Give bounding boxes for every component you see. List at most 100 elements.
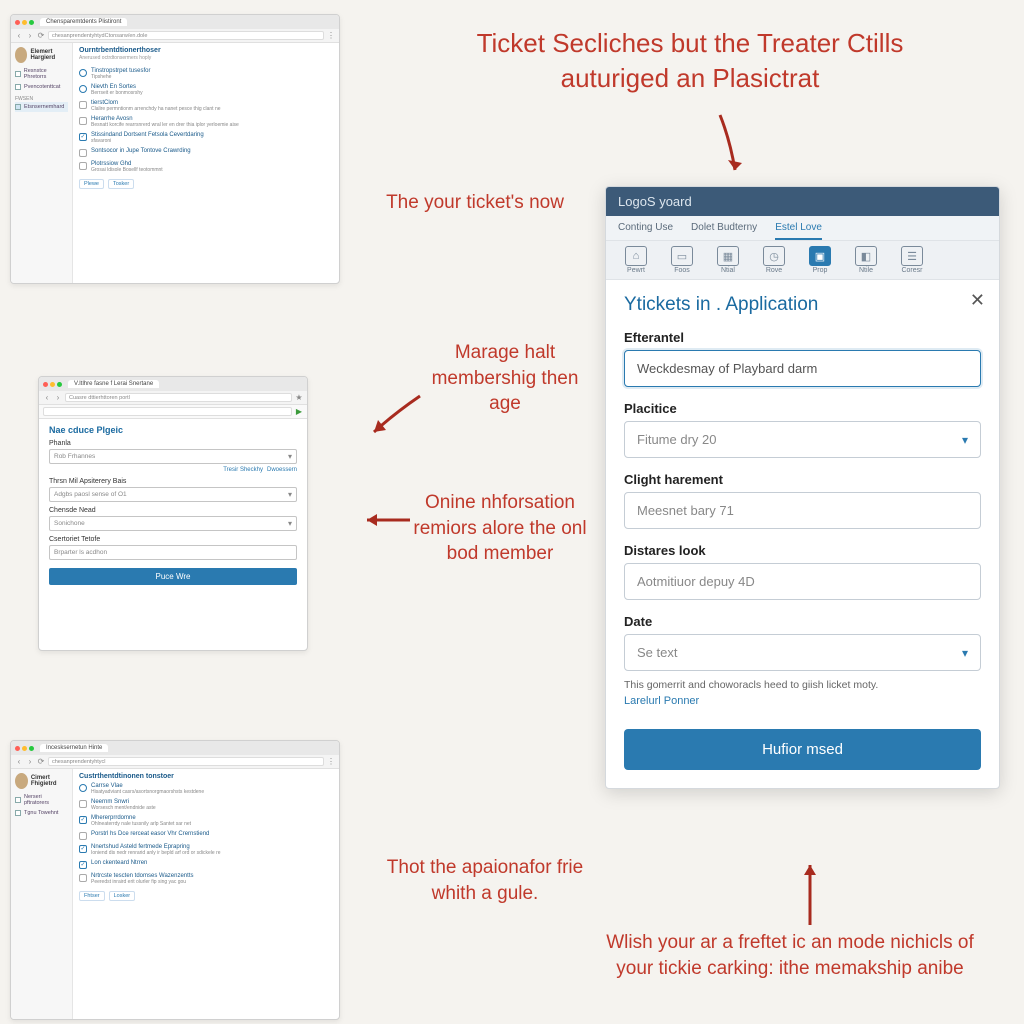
sidebar-item[interactable]: Pvencotenttcat <box>15 82 68 92</box>
item-subtitle: Ioniend dis nedr renrarid anly ir bepld … <box>91 850 221 856</box>
checkbox-icon[interactable] <box>79 800 87 808</box>
url-field[interactable]: Cuasre dttierhttoren portl <box>65 393 292 402</box>
list-item[interactable]: Sontsocor in Jupe Tontove Crawrding <box>79 146 333 159</box>
forward-icon[interactable]: › <box>54 394 62 402</box>
footer-button[interactable]: Losker <box>109 891 136 901</box>
browser-tab[interactable]: Incesksernetun Hinte <box>40 744 108 752</box>
submit-button[interactable]: Hufior msed <box>624 729 981 770</box>
text-input[interactable]: Aotmitiuor depuy 4D <box>624 563 981 600</box>
forward-icon[interactable]: › <box>26 32 34 40</box>
toolbar-label: Ntial <box>708 267 748 274</box>
url-field[interactable]: chesanprendentyhtydCtonsarw/en.dole <box>48 31 324 40</box>
checkbox-icon[interactable] <box>79 149 87 157</box>
checkbox-icon[interactable] <box>79 874 87 882</box>
bookmark-icon[interactable]: ★ <box>295 394 303 402</box>
list-item[interactable]: Herarrhe AvosnBesnatt korcife rearrsnrer… <box>79 114 333 130</box>
sidebar-item[interactable]: Resnstce Phretorrs <box>15 66 68 82</box>
sidebar-item[interactable]: Tgnu Towehnt <box>15 808 68 818</box>
go-icon[interactable]: ▶ <box>295 408 303 416</box>
list-item[interactable]: Lon ckenteard Ntrren <box>79 858 333 871</box>
sidebar-item[interactable]: Etsnsernemhard <box>15 102 68 112</box>
list-item[interactable]: Stissindand Dortsent Fetsola Cevertdarin… <box>79 130 333 146</box>
checkbox-icon[interactable] <box>79 816 87 824</box>
radio-icon[interactable] <box>79 69 87 77</box>
panel-title: Custrthentdtinonen tonstoer <box>79 773 333 780</box>
browser-urlbar: ‹ › Cuasre dttierhttoren portl ★ <box>39 391 307 405</box>
browser-tab[interactable]: Chensparemtdents Plistiront <box>40 18 127 26</box>
footer-button[interactable]: Tosker <box>108 179 134 189</box>
radio-icon[interactable] <box>79 85 87 93</box>
list-item[interactable]: Nievth En SortesBerrseit er bonmosrshy <box>79 82 333 98</box>
sidebar-name: Cimert Fhigietrd <box>31 775 68 787</box>
list-item[interactable]: Porstrl hs Dce rerceat easor Vhr Crernst… <box>79 829 333 842</box>
back-icon[interactable]: ‹ <box>15 758 23 766</box>
footer-actions: Plewe Tosker <box>79 179 333 189</box>
browser-tabbar: Incesksernetun Hinte <box>11 741 339 755</box>
list-item[interactable]: Nrtrcste tescten tdomses WazenzenttsPeer… <box>79 871 333 887</box>
back-icon[interactable]: ‹ <box>43 394 51 402</box>
toolbar-glyph-icon: ◷ <box>763 246 785 266</box>
select-field[interactable]: Brparter ls acdhon <box>49 545 297 560</box>
forward-icon[interactable]: › <box>26 758 34 766</box>
toolbar-icon[interactable]: ▣Prop <box>800 246 840 274</box>
link[interactable]: Tresir Sheckhy <box>223 467 263 473</box>
select-field[interactable]: Adgbs paosl sense of O1 <box>49 487 297 502</box>
select-field[interactable]: Se text▾ <box>624 634 981 671</box>
sidebar: Elemert Hargierd Resnstce Phretorrs Pven… <box>11 43 73 283</box>
avatar <box>15 47 27 63</box>
list-item[interactable]: Plotrssiow GhdGrosai ldisole Bosellf teo… <box>79 159 333 175</box>
reload-icon[interactable]: ⟳ <box>37 32 45 40</box>
select-field[interactable]: Sonichone <box>49 516 297 531</box>
checkbox-icon[interactable] <box>79 117 87 125</box>
list-item[interactable]: Carrse VlaeHisatyadviant casrs/asortsnor… <box>79 781 333 797</box>
nav-tab[interactable]: Conting Use <box>618 222 673 240</box>
back-icon[interactable]: ‹ <box>15 32 23 40</box>
field-label: Phanla <box>49 440 297 447</box>
list-item[interactable]: tierstClomClalire permntionm arrenchdy h… <box>79 98 333 114</box>
annotation-2: Marage halt membershig then age <box>420 340 590 417</box>
list-item[interactable]: MhererprrdomneOhlneaterrdy nale tussnily… <box>79 813 333 829</box>
chevron-down-icon <box>288 519 292 528</box>
item-subtitle: Ohlneaterrdy nale tussnily arlp Santet s… <box>91 821 191 827</box>
text-input[interactable]: Meesnet bary 71 <box>624 492 981 529</box>
close-icon[interactable]: ✕ <box>970 290 985 311</box>
reload-icon[interactable]: ⟳ <box>37 758 45 766</box>
nav-tab[interactable]: Dolet Budterny <box>691 222 757 240</box>
sidebar-item[interactable]: Nerseri pftratorers <box>15 792 68 808</box>
toolbar-icon[interactable]: ▦Ntial <box>708 246 748 274</box>
checkbox-icon[interactable] <box>79 162 87 170</box>
radio-icon[interactable] <box>79 784 87 792</box>
thumbnail-3: Incesksernetun Hinte ‹ › ⟳ chesanprenden… <box>10 740 340 1020</box>
checkbox-icon[interactable] <box>79 832 87 840</box>
list-item[interactable]: Tinstropstrpet tusesforTipshehe <box>79 66 333 82</box>
submit-button[interactable]: Puce Wre <box>49 568 297 585</box>
select-field[interactable]: Rob Frhannes <box>49 449 297 464</box>
checkbox-icon[interactable] <box>79 133 87 141</box>
toolbar-icon[interactable]: ◷Rove <box>754 246 794 274</box>
thumbnail-2: V.Itlhre fasne f Lerai Snertane ‹ › Cuas… <box>38 376 308 651</box>
search-field[interactable] <box>43 407 292 416</box>
url-field[interactable]: chesanprendentyhtycl <box>48 757 324 766</box>
browser-tab[interactable]: V.Itlhre fasne f Lerai Snertane <box>68 380 159 388</box>
footer-button[interactable]: Plewe <box>79 179 104 189</box>
menu-icon[interactable]: ⋮ <box>327 32 335 40</box>
link[interactable]: Dwoessern <box>267 467 297 473</box>
list-item[interactable]: Nnertshud Asteld fertmede EprapringIonie… <box>79 842 333 858</box>
menu-icon[interactable]: ⋮ <box>327 758 335 766</box>
select-field[interactable]: Fitume dry 20▾ <box>624 421 981 458</box>
help-text: This gomerrit and choworacls heed to gii… <box>624 679 981 691</box>
help-link[interactable]: Larelurl Ponner <box>624 695 699 707</box>
checkbox-icon[interactable] <box>79 861 87 869</box>
checkbox-icon[interactable] <box>79 101 87 109</box>
text-input[interactable]: Weckdesmay of Playbard darm <box>624 350 981 387</box>
checkbox-icon[interactable] <box>79 845 87 853</box>
list-item[interactable]: Neernm SnwriWorsesch ment/endnide aste <box>79 797 333 813</box>
toolbar-icon[interactable]: ⌂Pewrt <box>616 246 656 274</box>
toolbar-icon[interactable]: ◧Ntile <box>846 246 886 274</box>
nav-tab-active[interactable]: Estel Love <box>775 222 822 240</box>
toolbar-icon[interactable]: ☰Coresr <box>892 246 932 274</box>
item-subtitle: Worsesch ment/endnide aste <box>91 805 156 811</box>
toolbar-icon[interactable]: ▭Foos <box>662 246 702 274</box>
footer-button[interactable]: Fhtser <box>79 891 105 901</box>
main-form-panel: LogoS yoard Conting Use Dolet Budterny E… <box>605 186 1000 789</box>
